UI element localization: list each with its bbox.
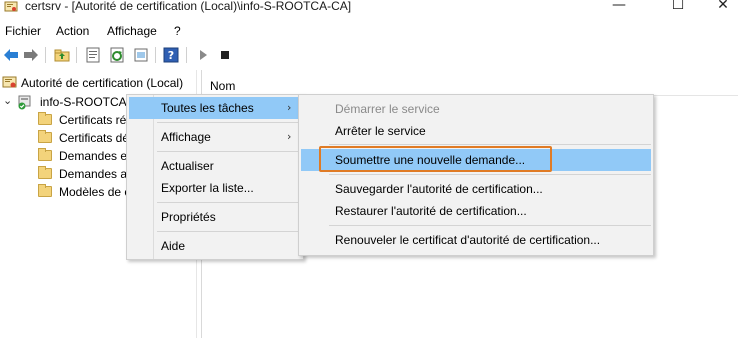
- folder-icon: [38, 112, 52, 125]
- menu-item-label: Affichage: [161, 130, 211, 144]
- menu-item-all-tasks[interactable]: Toutes les tâches ›: [129, 97, 301, 119]
- menu-action[interactable]: Action: [56, 24, 89, 38]
- menu-item-label: Toutes les tâches: [161, 101, 254, 115]
- column-header-label: Nom: [210, 79, 236, 93]
- tree-label-templates: Modèles de c: [59, 185, 131, 199]
- tree-label-issued: Certificats ré: [59, 113, 127, 127]
- refresh-icon[interactable]: [108, 46, 126, 64]
- up-folder-icon[interactable]: [53, 46, 71, 64]
- menu-item-label: Aide: [161, 239, 186, 253]
- menu-item-label: Renouveler le certificat d'autorité de c…: [335, 233, 601, 247]
- chevron-down-icon[interactable]: ⌄: [3, 94, 12, 107]
- forward-arrow-icon[interactable]: [22, 46, 40, 64]
- menu-separator: [157, 122, 301, 123]
- svg-text:?: ?: [168, 49, 174, 62]
- title-bar: certsrv - [Autorité de certification (Lo…: [0, 0, 738, 16]
- menu-item-label: Arrêter le service: [335, 124, 426, 138]
- folder-icon: [38, 166, 52, 179]
- menu-item-renew-ca-cert[interactable]: Renouveler le certificat d'autorité de c…: [301, 229, 651, 251]
- menu-item-label: Exporter la liste...: [161, 181, 254, 195]
- column-header-nom[interactable]: Nom: [202, 76, 738, 96]
- submenu-arrow-icon: ›: [287, 130, 292, 143]
- certsrv-icon: [4, 1, 18, 12]
- menu-item-help[interactable]: Aide: [129, 235, 301, 257]
- tree-label-failed: Demandes ay: [59, 167, 134, 181]
- folder-icon: [38, 130, 52, 143]
- menu-help[interactable]: ?: [174, 24, 181, 38]
- tree-label-revoked: Certificats dé: [59, 131, 130, 145]
- menu-item-properties[interactable]: Propriétés: [129, 206, 301, 228]
- menu-separator: [329, 225, 651, 226]
- tree-label-pending: Demandes en: [59, 149, 134, 163]
- play-icon[interactable]: [194, 46, 212, 64]
- menu-separator: [157, 202, 301, 203]
- menu-item-label: Actualiser: [161, 159, 214, 173]
- submenu-arrow-icon: ›: [287, 101, 292, 114]
- callout-highlight: [319, 146, 552, 172]
- menu-item-label: Restaurer l'autorité de certification...: [335, 204, 527, 218]
- menu-affichage[interactable]: Affichage: [107, 24, 157, 38]
- toolbar: ?: [0, 43, 738, 67]
- menu-item-restore-ca[interactable]: Restaurer l'autorité de certification...: [301, 200, 651, 222]
- export-icon[interactable]: [132, 46, 150, 64]
- menu-separator: [157, 151, 301, 152]
- stop-icon[interactable]: [216, 46, 234, 64]
- properties-icon[interactable]: [84, 46, 102, 64]
- menu-separator: [329, 144, 651, 145]
- folder-icon: [38, 184, 52, 197]
- menu-item-refresh[interactable]: Actualiser: [129, 155, 301, 177]
- certificate-authority-icon: [2, 76, 17, 88]
- menu-item-label: Sauvegarder l'autorité de certification.…: [335, 182, 543, 196]
- tree-label-ca: info-S-ROOTCA-: [40, 95, 131, 109]
- tree-label-root: Autorité de certification (Local): [21, 76, 184, 90]
- menu-separator: [157, 231, 301, 232]
- menu-item-export-list[interactable]: Exporter la liste...: [129, 177, 301, 199]
- tree-node-root[interactable]: Autorité de certification (Local): [2, 74, 197, 92]
- menu-item-view[interactable]: Affichage ›: [129, 126, 301, 148]
- menu-item-stop-service[interactable]: Arrêter le service: [301, 120, 651, 142]
- maximize-button[interactable]: ☐: [655, 0, 701, 15]
- ca-server-icon: [18, 95, 31, 110]
- window-title: certsrv - [Autorité de certification (Lo…: [25, 0, 352, 13]
- help-icon[interactable]: ?: [162, 46, 180, 64]
- context-menu: Toutes les tâches › Affichage › Actualis…: [126, 94, 304, 260]
- back-arrow-icon[interactable]: [2, 46, 20, 64]
- all-tasks-submenu: Démarrer le service Arrêter le service S…: [298, 94, 654, 256]
- toolbar-separator: [186, 47, 187, 63]
- menu-item-label: Propriétés: [161, 210, 216, 224]
- folder-icon: [38, 148, 52, 161]
- menu-separator: [329, 174, 651, 175]
- minimize-button[interactable]: —: [596, 0, 642, 15]
- toolbar-separator: [45, 47, 46, 63]
- menu-item-start-service[interactable]: Démarrer le service: [301, 98, 651, 120]
- menu-item-label: Démarrer le service: [335, 102, 440, 116]
- menu-fichier[interactable]: Fichier: [5, 24, 41, 38]
- close-button[interactable]: ✕: [700, 0, 738, 15]
- menu-item-backup-ca[interactable]: Sauvegarder l'autorité de certification.…: [301, 178, 651, 200]
- toolbar-separator: [76, 47, 77, 63]
- toolbar-separator: [155, 47, 156, 63]
